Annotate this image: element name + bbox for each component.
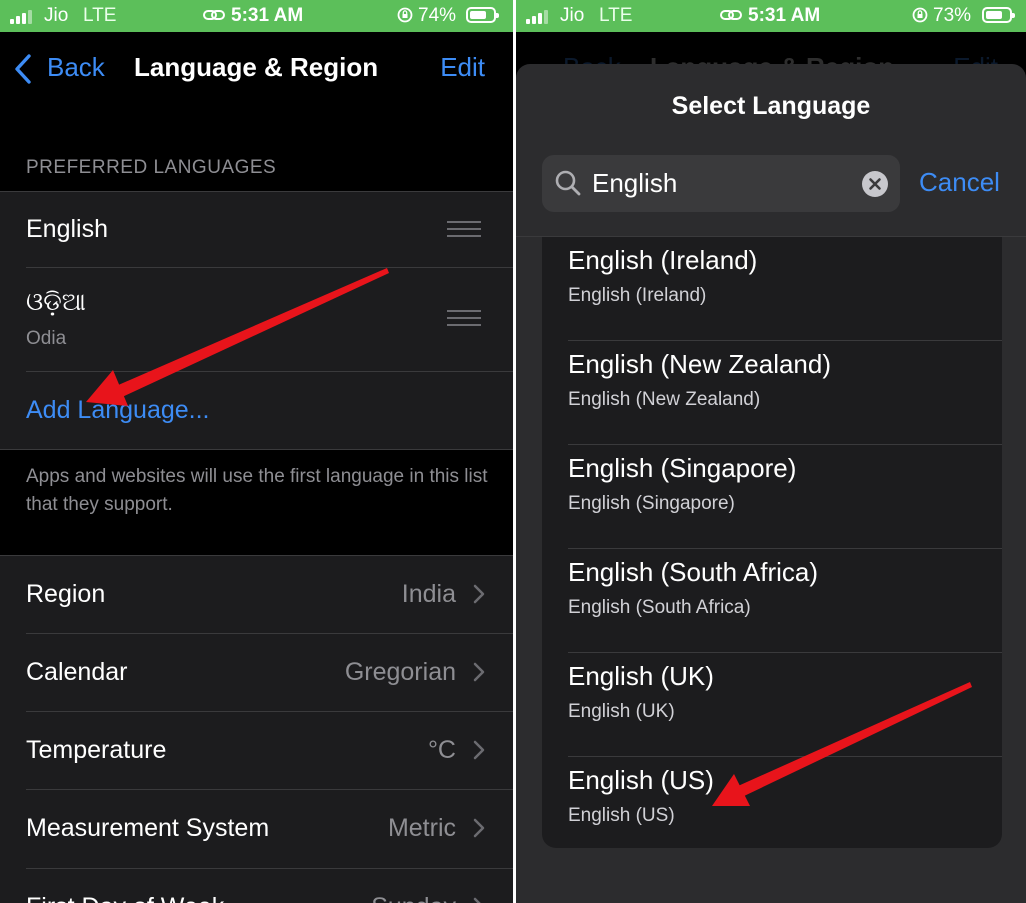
status-time: 5:31 AM	[231, 5, 304, 26]
setting-label: Temperature	[26, 736, 167, 764]
preferred-languages-header: PREFERRED LANGUAGES	[26, 157, 277, 178]
language-subtitle: Odia	[26, 328, 67, 349]
language-name: English	[26, 215, 108, 243]
link-icon	[720, 10, 742, 20]
setting-value: India	[401, 580, 456, 608]
carrier-label: Jio	[44, 5, 69, 26]
language-name: English (Ireland)	[568, 245, 758, 275]
search-field[interactable]	[542, 155, 900, 212]
signal-icon	[526, 9, 550, 24]
chevron-right-icon	[473, 818, 485, 838]
battery-percent: 74%	[418, 5, 457, 26]
battery-icon	[466, 7, 499, 23]
setting-row-region[interactable]: Region India	[0, 555, 513, 633]
language-native-name: English (US)	[568, 805, 675, 826]
page-title: Language & Region	[134, 52, 379, 82]
language-name: English (New Zealand)	[568, 349, 832, 379]
list-item[interactable]: English (UK) English (UK)	[542, 653, 1002, 757]
search-input[interactable]	[592, 165, 852, 202]
list-item[interactable]: English (Singapore) English (Singapore)	[542, 445, 1002, 549]
chevron-right-icon	[473, 897, 481, 903]
link-icon	[203, 10, 225, 20]
cancel-button[interactable]: Cancel	[919, 167, 1000, 198]
list-item[interactable]: English (South Africa) English (South Af…	[542, 549, 1002, 653]
orientation-lock-icon	[912, 7, 928, 23]
battery-icon	[982, 7, 1015, 23]
language-name: English (Singapore)	[568, 453, 797, 483]
status-time: 5:31 AM	[748, 5, 821, 26]
chevron-right-icon	[473, 584, 485, 604]
setting-label: Calendar	[26, 658, 128, 686]
region-settings-list: Region India Calendar Gregorian Temperat…	[0, 555, 513, 903]
add-language-button[interactable]: Add Language...	[26, 396, 210, 425]
search-icon	[555, 170, 581, 196]
setting-label: Region	[26, 580, 106, 608]
status-bar: Jio LTE 5:31 AM 74%	[0, 0, 513, 32]
chevron-right-icon	[473, 662, 485, 682]
signal-icon	[10, 9, 34, 24]
setting-row-calendar[interactable]: Calendar Gregorian	[0, 633, 513, 711]
setting-row-first-day-of-week[interactable]: First Day of Week Sunday	[0, 868, 513, 903]
setting-value: °C	[427, 736, 456, 764]
chevron-right-icon	[473, 740, 485, 760]
network-label: LTE	[83, 5, 117, 26]
reorder-grip-icon[interactable]	[447, 310, 481, 328]
setting-label: Measurement System	[26, 814, 270, 842]
list-item[interactable]: English (New Zealand) English (New Zeala…	[542, 341, 1002, 445]
edit-button[interactable]: Edit	[440, 52, 485, 83]
language-results-list: English (Ireland) English (Ireland) Engl…	[542, 237, 1002, 848]
language-name: ଓଡ଼ିଆ	[26, 288, 86, 316]
reorder-grip-icon[interactable]	[447, 221, 481, 239]
language-name: English (US)	[568, 765, 714, 795]
language-row-odia[interactable]: ଓଡ଼ିଆ Odia	[0, 268, 513, 371]
setting-value: Metric	[387, 814, 456, 842]
chevron-left-icon	[15, 54, 31, 84]
sheet-title: Select Language	[671, 92, 871, 120]
network-label: LTE	[599, 5, 633, 26]
status-bar: Jio LTE 5:31 AM 73%	[516, 0, 1026, 32]
language-native-name: English (Singapore)	[568, 493, 735, 514]
list-item[interactable]: English (Ireland) English (Ireland)	[542, 237, 1002, 341]
navigation-bar: Back Language & Region Edit	[0, 32, 513, 104]
setting-row-measurement-system[interactable]: Measurement System Metric	[0, 789, 513, 868]
carrier-label: Jio	[560, 5, 585, 26]
orientation-lock-icon	[397, 7, 413, 23]
language-name: English (UK)	[568, 661, 714, 691]
language-native-name: English (South Africa)	[568, 597, 751, 618]
setting-label: First Day of Week	[26, 893, 224, 903]
languages-footnote: Apps and websites will use the first lan…	[26, 466, 488, 515]
select-language-sheet: Select Language Cancel English (Ireland)…	[516, 64, 1026, 903]
setting-value: Sunday	[371, 893, 456, 903]
clear-icon[interactable]	[862, 171, 888, 197]
language-row-english[interactable]: English	[0, 191, 513, 267]
battery-percent: 73%	[933, 5, 972, 26]
select-language-screen: Jio LTE 5:31 AM 73% Back Language & Regi…	[516, 0, 1026, 903]
setting-row-temperature[interactable]: Temperature °C	[0, 711, 513, 789]
language-name: English (South Africa)	[568, 557, 819, 587]
list-item-english-us[interactable]: English (US) English (US)	[542, 757, 1002, 848]
language-native-name: English (New Zealand)	[568, 389, 761, 410]
language-native-name: English (UK)	[568, 701, 675, 722]
setting-value: Gregorian	[344, 658, 456, 686]
language-native-name: English (Ireland)	[568, 285, 707, 306]
language-region-screen: Jio LTE 5:31 AM 74% Back Language & Regi…	[0, 0, 513, 903]
back-label: Back	[47, 52, 105, 82]
